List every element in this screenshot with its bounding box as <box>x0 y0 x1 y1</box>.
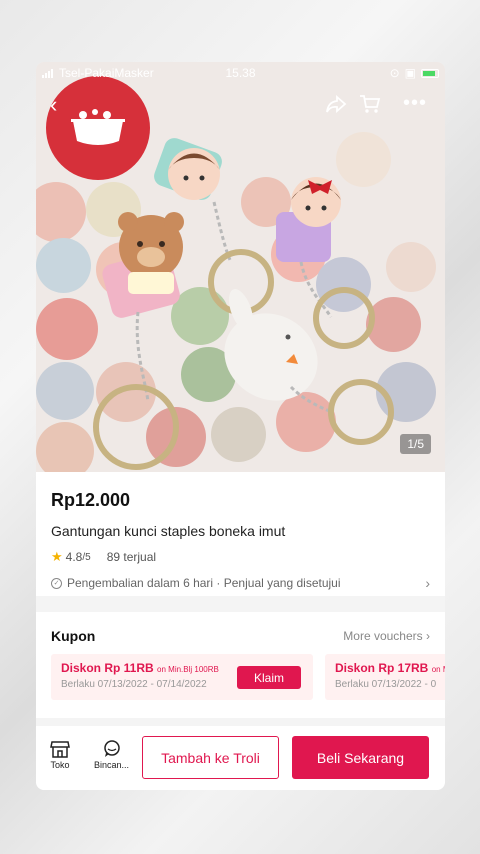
returns-text: Pengembalian dalam 6 hari · Penjual yang… <box>67 576 341 590</box>
chat-label: Bincan... <box>94 760 130 770</box>
check-circle-icon: ✓ <box>51 577 62 589</box>
coupon-card: Diskon Rp 11RB on Min.Blj 100RB Berlaku … <box>51 654 313 700</box>
coupon-validity: Berlaku 07/13/2022 - 0 <box>335 679 437 690</box>
product-title: Gantungan kunci staples boneka imut <box>51 523 286 539</box>
more-vouchers-link[interactable]: More vouchers › <box>343 629 430 643</box>
claim-button[interactable]: Klaim <box>237 666 301 689</box>
lock-icon: ▣ <box>404 66 416 80</box>
chevron-right-icon: › <box>425 575 430 591</box>
store-label: Toko <box>50 760 70 770</box>
more-icon[interactable]: ••• <box>403 92 427 115</box>
chat-icon <box>103 740 120 757</box>
share-icon[interactable] <box>325 94 347 119</box>
rating-row: ★ 4.8/5 89 terjual <box>51 549 430 565</box>
alarm-icon: ⊙ <box>389 66 400 80</box>
signal-icon <box>42 68 53 78</box>
product-image-gallery[interactable]: Tsel-PakaiMasker 15.38 ⊙ ▣ ‹ ••• 1/5 <box>36 62 445 472</box>
coupon-title: Diskon Rp 17RB <box>335 661 429 675</box>
coupon-section: Kupon More vouchers › Diskon Rp 11RB on … <box>36 612 445 718</box>
clock: 15.38 <box>225 66 256 80</box>
status-bar: Tsel-PakaiMasker 15.38 ⊙ ▣ <box>36 62 445 84</box>
buy-now-button[interactable]: Beli Sekarang <box>292 736 429 779</box>
add-to-cart-button[interactable]: Tambah ke Troli <box>142 736 279 779</box>
coupon-title: Diskon Rp 11RB <box>61 661 154 675</box>
top-nav: ‹ ••• <box>36 90 445 120</box>
bottom-action-bar: Toko Bincan... Tambah ke Troli Beli Seka… <box>36 726 445 790</box>
carrier-name: Tsel-PakaiMasker <box>59 66 154 80</box>
cart-icon[interactable] <box>359 94 381 119</box>
coupon-heading: Kupon <box>51 628 96 644</box>
product-price: Rp12.000 <box>51 490 131 510</box>
sold-count: 89 terjual <box>106 550 157 564</box>
image-counter: 1/5 <box>400 434 431 454</box>
store-icon <box>50 741 70 758</box>
coupon-condition: on M <box>431 665 445 674</box>
returns-policy-row[interactable]: ✓ Pengembalian dalam 6 hari · Penjual ya… <box>51 575 430 591</box>
app-screen: Tsel-PakaiMasker 15.38 ⊙ ▣ ‹ ••• 1/5 Rp1… <box>36 62 445 790</box>
coupon-card: Diskon Rp 17RB on M Berlaku 07/13/2022 -… <box>325 654 445 700</box>
coupon-condition: on Min.Blj 100RB <box>157 665 219 674</box>
battery-icon <box>421 68 439 78</box>
star-icon: ★ <box>51 549 63 564</box>
back-arrow-icon[interactable]: ‹ <box>50 92 57 118</box>
chat-button[interactable]: Bincan... <box>94 740 129 770</box>
rating-value: 4.8 <box>65 550 83 564</box>
store-button[interactable]: Toko <box>50 740 70 770</box>
rating-max: /5 <box>82 551 91 563</box>
